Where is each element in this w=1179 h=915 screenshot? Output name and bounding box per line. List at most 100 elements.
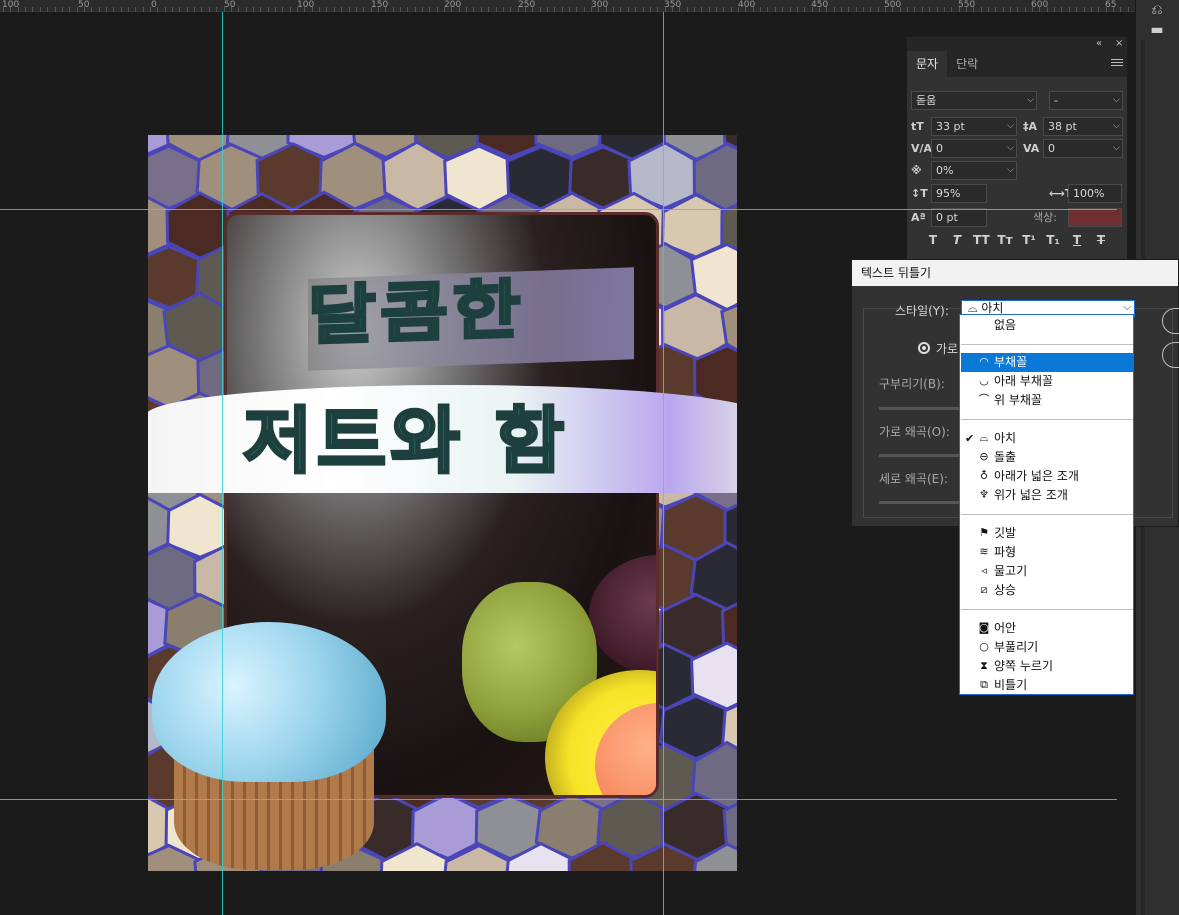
ruler-tick: [546, 7, 548, 12]
menu-item-squeeze[interactable]: ⧗ 양쪽 누르기: [961, 657, 1133, 676]
ruler-tick: [1010, 7, 1011, 12]
ruler-tick: [399, 7, 401, 12]
faux-bold-button[interactable]: T: [925, 233, 941, 247]
horizontal-radio-label: 가로: [936, 342, 959, 356]
menu-item-label: 양쪽 누르기: [994, 659, 1054, 673]
ruler-tick: [693, 7, 695, 12]
history-icon[interactable]: ⎌: [1148, 2, 1166, 18]
subscript-button[interactable]: T₁: [1045, 233, 1061, 247]
ruler-tick: [510, 7, 512, 12]
ruler-tick: [363, 7, 365, 12]
dialog-title: 텍스트 뒤틀기: [852, 260, 1178, 286]
chevron-down-icon: ⌵: [1113, 143, 1120, 153]
menu-item-flag[interactable]: ⚑ 깃발: [961, 524, 1133, 543]
horizontal-ruler[interactable]: 100 50 0 50 100 150 200 250 300 350 400 …: [0, 0, 1136, 12]
kerning-field[interactable]: 0 ⌵: [931, 139, 1017, 158]
vertical-scale-field[interactable]: 95%: [931, 184, 987, 203]
comment-icon[interactable]: ▬: [1148, 22, 1166, 38]
ruler-tick: [524, 7, 526, 12]
document-canvas[interactable]: 달콤한 저트와 함: [148, 135, 737, 871]
tab-paragraph[interactable]: 단락: [947, 51, 987, 77]
menu-item-none[interactable]: 없음: [961, 316, 1133, 335]
ruler-tick: [319, 7, 321, 12]
fish-icon: ◃: [981, 564, 987, 577]
title-text-line2[interactable]: 저트와 함: [241, 382, 569, 487]
menu-item-arc-lower[interactable]: ◡ 아래 부채꼴: [961, 372, 1133, 391]
superscript-button[interactable]: T¹: [1021, 233, 1037, 247]
leading-field[interactable]: 38 pt ⌵: [1043, 117, 1123, 136]
panel-menu-icon[interactable]: [1111, 57, 1123, 69]
collapse-icon[interactable]: «: [1096, 37, 1102, 51]
underline-button[interactable]: T: [1069, 233, 1085, 247]
menu-item-label: 파형: [994, 545, 1017, 559]
menu-item-shell-upper[interactable]: ♆ 위가 넓은 조개: [961, 486, 1133, 505]
faux-italic-button[interactable]: T: [949, 233, 965, 247]
ruler-tick: [150, 7, 151, 12]
menu-item-arch[interactable]: ✔ ⌓ 아치: [961, 429, 1133, 448]
tab-character[interactable]: 문자: [907, 51, 948, 77]
horizontal-distortion-label: 가로 왜곡(O):: [879, 425, 950, 439]
ruler-tick: [466, 7, 468, 12]
ruler-tick: [1039, 7, 1041, 12]
menu-item-inflate[interactable]: ○ 부풀리기: [961, 638, 1133, 657]
bend-slider[interactable]: [879, 407, 969, 410]
arch-icon: ⌓: [968, 301, 978, 315]
ruler-tick: [642, 7, 644, 12]
ruler-tick: [274, 7, 276, 12]
chevron-down-icon: ⌵: [1113, 95, 1120, 105]
menu-item-fisheye[interactable]: ◙ 어안: [961, 619, 1133, 638]
tracking-field[interactable]: 0 ⌵: [1043, 139, 1123, 158]
baseline-shift-field[interactable]: 0 pt: [931, 208, 987, 227]
ruler-tick: [17, 7, 19, 12]
horizontal-distortion-slider[interactable]: [879, 454, 969, 457]
color-label: 색상:: [1033, 211, 1057, 224]
horizontal-radio[interactable]: [918, 342, 930, 354]
strikethrough-button[interactable]: T: [1093, 233, 1109, 247]
menu-separator: [961, 609, 1133, 610]
ruler-tick: [877, 7, 879, 12]
font-family-value: 돋움: [916, 94, 937, 107]
text-color-swatch[interactable]: [1068, 208, 1122, 227]
ruler-tick: [1002, 7, 1004, 12]
chevron-down-icon: ⌵: [1007, 165, 1014, 175]
horizontal-scale-field[interactable]: 100%: [1068, 184, 1122, 203]
all-caps-button[interactable]: TT: [973, 233, 990, 247]
tsume-field[interactable]: 0% ⌵: [931, 161, 1017, 180]
menu-item-twist[interactable]: ⧉ 비틀기: [961, 676, 1133, 695]
close-icon[interactable]: ×: [1115, 37, 1123, 51]
ruler-tick: [870, 7, 872, 12]
ruler-tick: [25, 7, 26, 12]
ruler-tick: [1083, 7, 1085, 12]
ruler-tick: [569, 7, 570, 12]
ruler-tick: [289, 7, 291, 12]
ruler-tick: [848, 7, 850, 12]
menu-item-wave[interactable]: ≋ 파형: [961, 543, 1133, 562]
ruler-tick: [576, 7, 578, 12]
shell-lower-icon: ♁: [979, 469, 989, 482]
ruler-tick: [245, 7, 247, 12]
ruler-tick: [370, 7, 372, 12]
menu-item-shell-lower[interactable]: ♁ 아래가 넓은 조개: [961, 467, 1133, 486]
font-family-select[interactable]: 돋움 ⌵: [911, 91, 1037, 110]
menu-item-arc-upper[interactable]: ⌒ 위 부채꼴: [961, 391, 1133, 410]
title-text-line1[interactable]: 달콤한: [306, 258, 526, 357]
font-style-value: -: [1054, 94, 1058, 107]
ruler-tick: [811, 7, 813, 12]
small-caps-button[interactable]: Tт: [997, 233, 1013, 247]
menu-item-label: 아래 부채꼴: [994, 374, 1054, 388]
leading-icon: ‡A: [1023, 120, 1038, 133]
font-size-value: 33 pt: [936, 120, 965, 133]
ruler-tick: [826, 7, 828, 12]
arch-icon: ⌓: [979, 431, 989, 444]
vertical-distortion-slider[interactable]: [879, 501, 969, 504]
menu-item-fish[interactable]: ◃ 물고기: [961, 562, 1133, 581]
font-size-field[interactable]: 33 pt ⌵: [931, 117, 1017, 136]
font-style-select[interactable]: - ⌵: [1049, 91, 1123, 110]
ruler-tick: [3, 7, 4, 12]
ruler-tick: [899, 7, 901, 12]
menu-item-arc[interactable]: ◠ 부채꼴: [961, 353, 1133, 372]
bulge-icon: ⊖: [979, 450, 989, 463]
menu-item-rise[interactable]: ⧄ 상승: [961, 581, 1133, 600]
ruler-tick: [561, 7, 563, 12]
menu-item-bulge[interactable]: ⊖ 돌출: [961, 448, 1133, 467]
